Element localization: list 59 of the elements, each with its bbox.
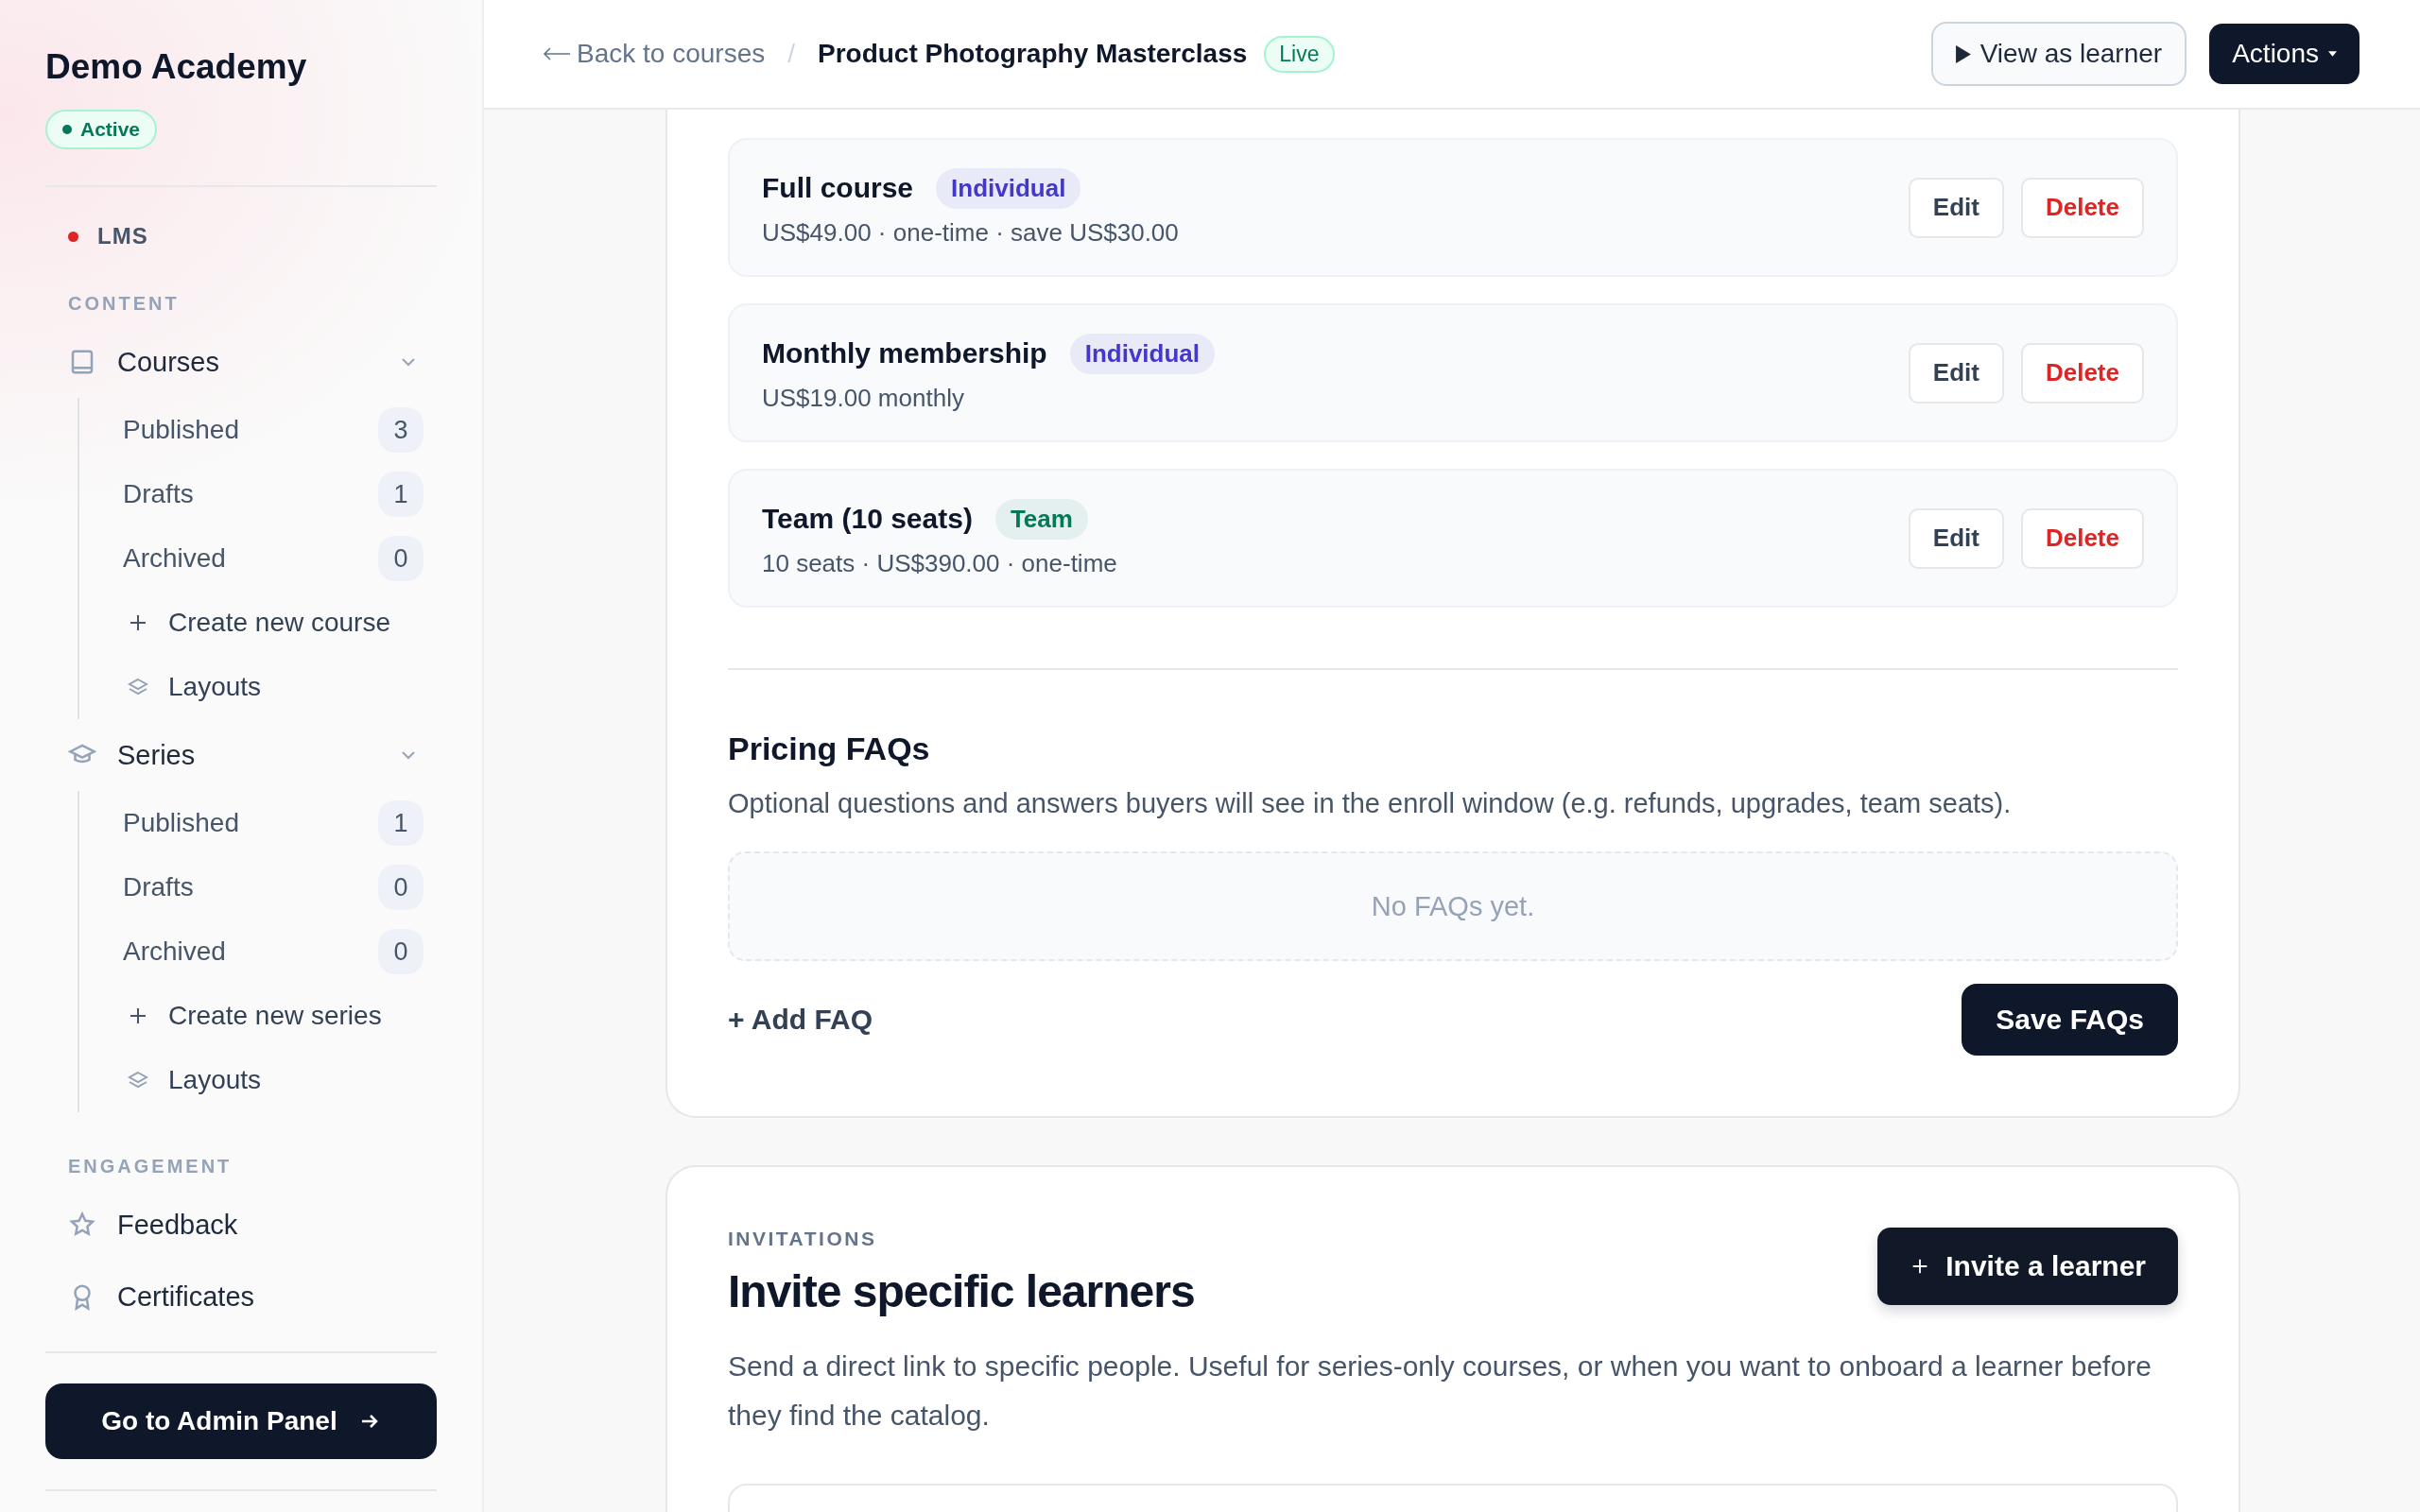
section-heading: ENGAGEMENT [68, 1156, 233, 1177]
nav-subitem[interactable]: Drafts 0 [79, 855, 437, 919]
nav-subitem[interactable]: Drafts 1 [79, 462, 437, 526]
delete-button[interactable]: Delete [2020, 177, 2144, 238]
plan-name: Full course [762, 172, 914, 204]
nav-subitem[interactable]: Published 3 [79, 398, 437, 462]
nav-subitem[interactable]: Published 1 [79, 791, 437, 855]
nav-item[interactable]: Certificates [45, 1261, 437, 1332]
nav-subitem[interactable]: Archived 0 [79, 919, 437, 984]
arrow-left-icon [543, 46, 571, 61]
save-faqs-button[interactable]: Save FAQs [1962, 984, 2178, 1056]
count-badge: 0 [378, 865, 424, 910]
nav-item[interactable]: Feedback [45, 1189, 437, 1261]
plan-name: Monthly membership [762, 337, 1047, 369]
plan-tag: Team [994, 498, 1088, 540]
plan-details: US$49.00 · one-time · save US$30.00 [762, 217, 1180, 248]
count-badge: 0 [378, 929, 424, 974]
nav-subitem[interactable]: Layouts [79, 1048, 437, 1112]
section-description: Optional questions and answers buyers will see in the enroll window (e.g. refunds, upgrades, team seats). [728, 788, 2013, 819]
plan-details: 10 seats · US$390.00 · one-time [762, 548, 1118, 578]
breadcrumb-separator: / [787, 39, 795, 69]
play-icon [1955, 44, 1971, 63]
nav-item[interactable]: Courses [45, 326, 437, 398]
count-badge: 1 [378, 472, 424, 517]
plan-tag: Individual [936, 167, 1081, 209]
edit-button[interactable]: Edit [1908, 177, 2004, 238]
add-faq-button[interactable]: + Add FAQ [728, 1004, 873, 1036]
delete-button[interactable]: Delete [2020, 342, 2144, 404]
nav-subitem[interactable]: Archived 0 [79, 526, 437, 591]
nav-subitem[interactable]: Create new series [79, 984, 437, 1048]
nav-subitem[interactable]: Layouts [79, 655, 437, 719]
nav-item[interactable]: Series [45, 719, 437, 791]
delete-button[interactable]: Delete [2020, 507, 2144, 569]
status-badge: Live [1264, 35, 1335, 73]
admin-panel-button[interactable]: Go to Admin Panel [45, 1383, 437, 1459]
edit-button[interactable]: Edit [1908, 342, 2004, 404]
section-title: Pricing FAQs [728, 730, 931, 767]
back-link[interactable]: Back to courses [543, 39, 766, 69]
caret-icon [2328, 51, 2337, 57]
plan-tag: Individual [1069, 333, 1216, 374]
course-title: Product Photography Masterclass [818, 39, 1248, 69]
section-eyebrow: INVITATIONS [728, 1228, 878, 1250]
status-badge: Active [45, 110, 158, 149]
count-badge: 3 [378, 407, 424, 453]
section-heading: CONTENT [68, 293, 180, 315]
plan-details: US$19.00 monthly [762, 383, 965, 413]
invite-learner-button[interactable]: Invite a learner [1877, 1228, 2178, 1305]
section-description: Send a direct link to specific people. Useful for series-only courses, or when you want to onboard a learner before they find the catalog. [728, 1349, 2152, 1433]
section-title: Invite specific learners [728, 1265, 1195, 1317]
count-badge: 1 [378, 800, 424, 846]
view-as-learner-button[interactable]: View as learner [1930, 22, 2187, 86]
app-label: LMS [97, 223, 148, 249]
nav-subitem[interactable]: Create new course [79, 591, 437, 655]
empty-message: No FAQs yet. [1371, 890, 1535, 922]
edit-button[interactable]: Edit [1908, 507, 2004, 569]
actions-button[interactable]: Actions [2209, 24, 2360, 84]
count-badge: 0 [378, 536, 424, 581]
brand-name: Demo Academy [45, 47, 307, 87]
plan-name: Team (10 seats) [762, 503, 973, 535]
